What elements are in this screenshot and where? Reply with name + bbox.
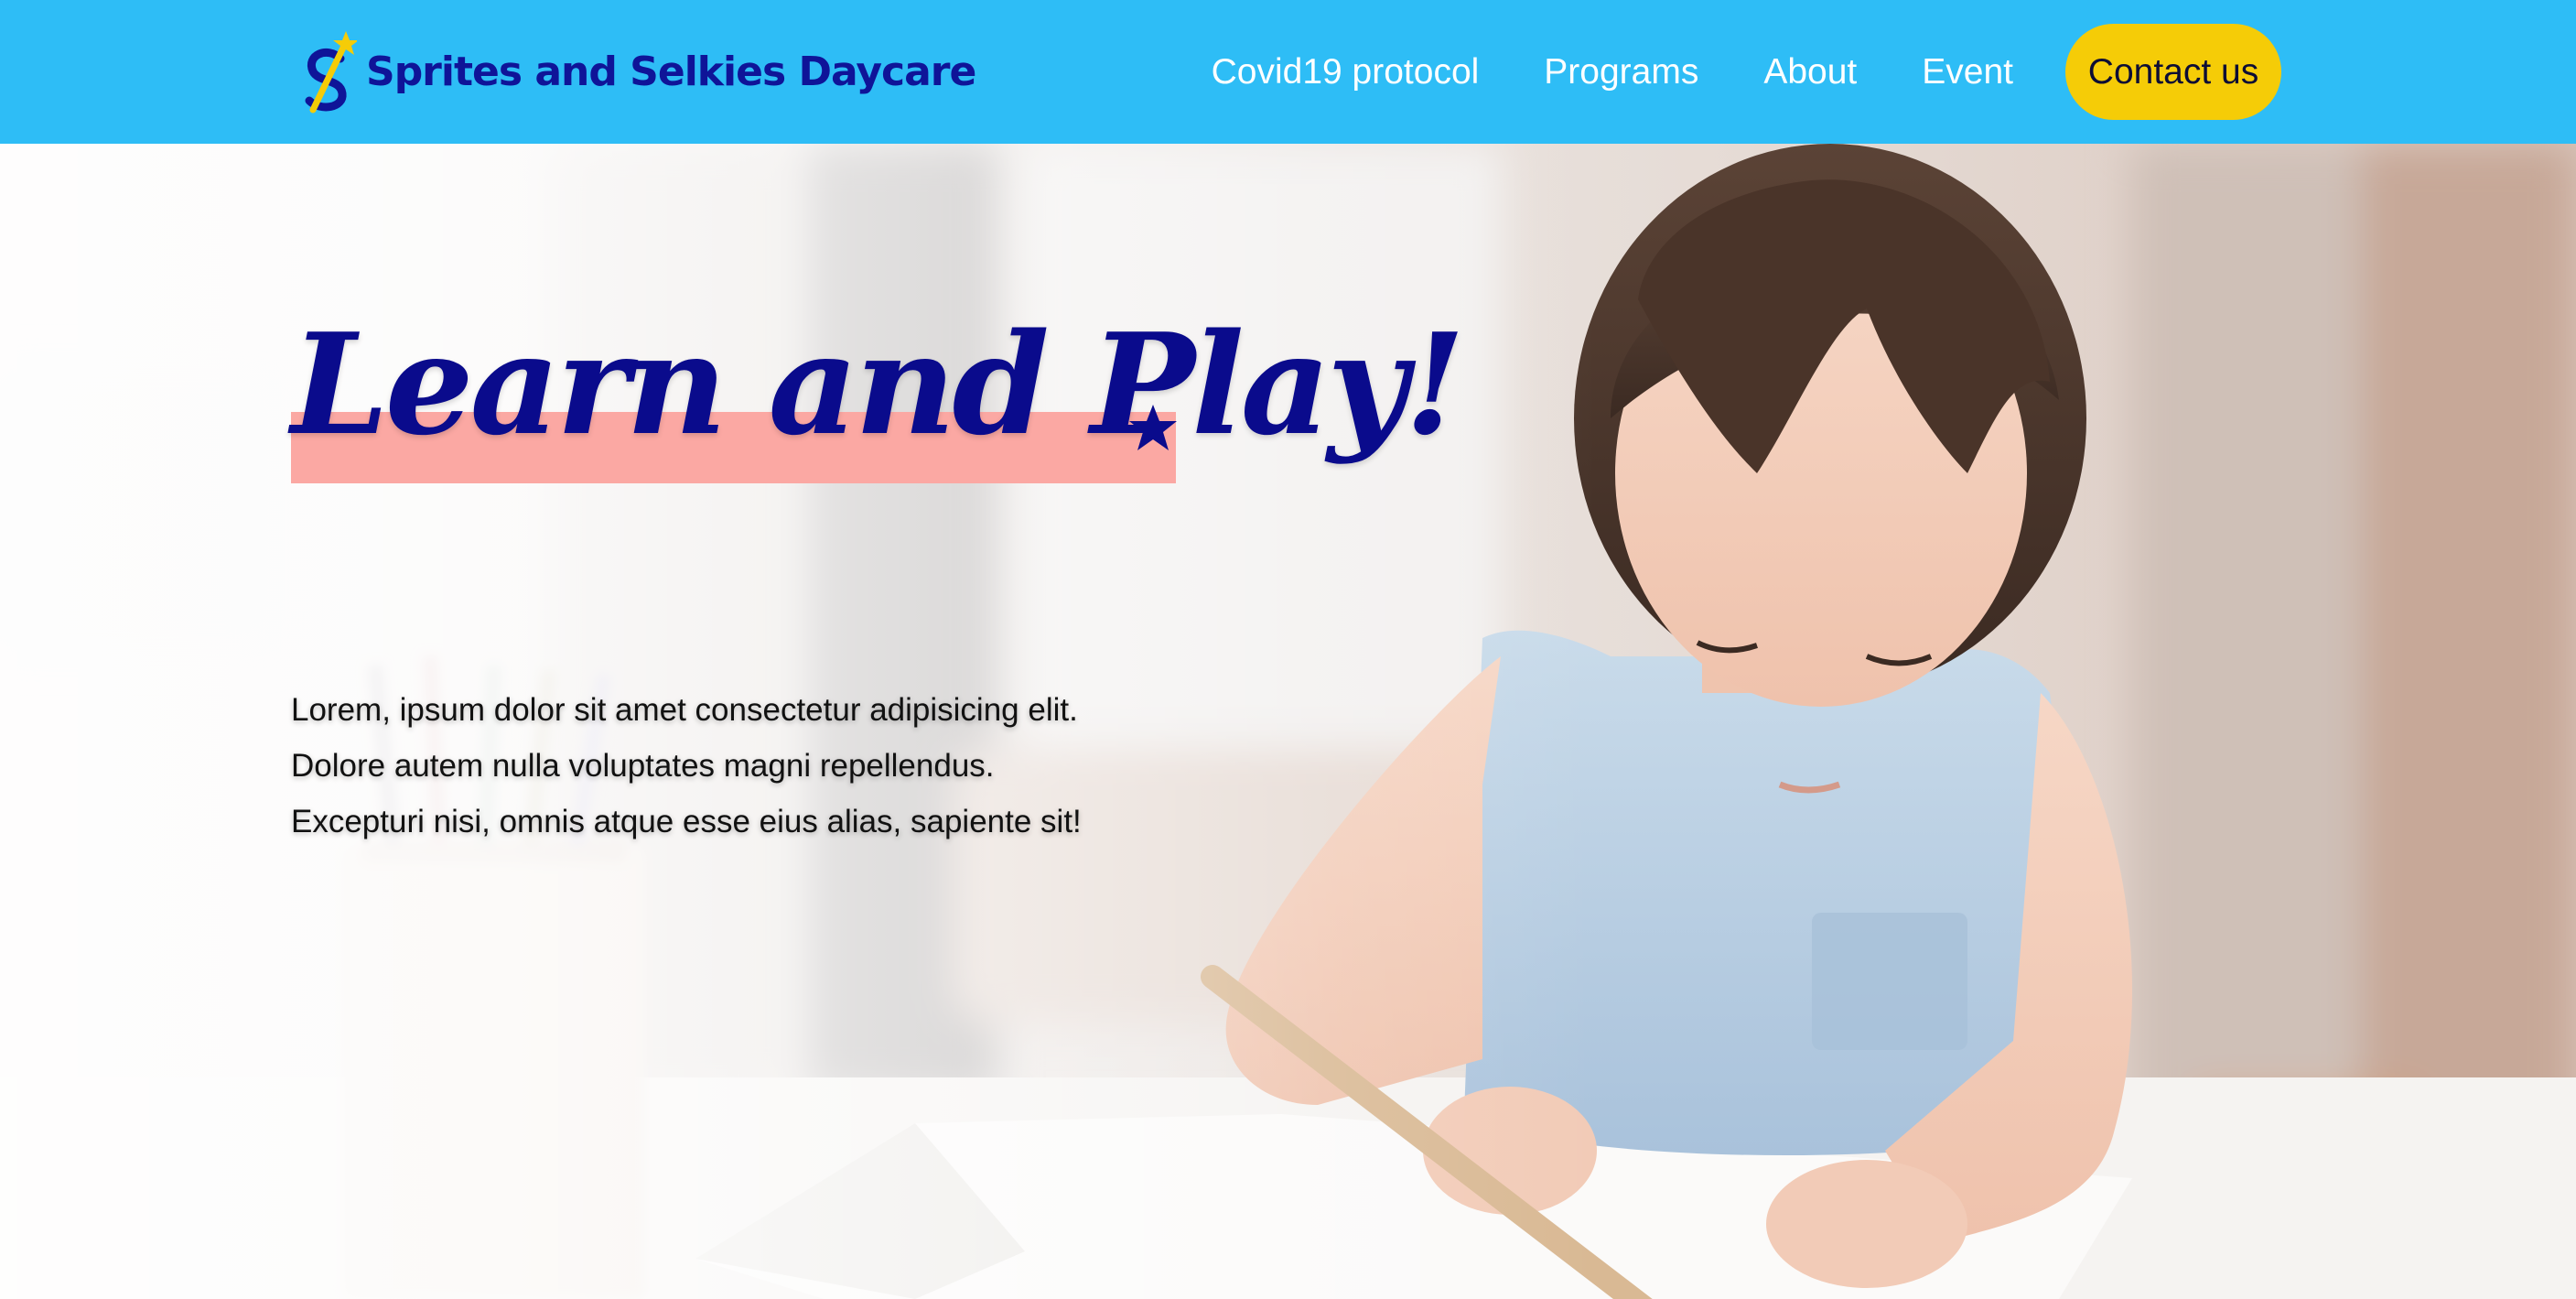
wand-s-logo-icon — [305, 31, 357, 114]
brand-name: Sprites and Selkies Daycare — [366, 48, 976, 95]
nav-link-covid19-protocol[interactable]: Covid19 protocol — [1212, 52, 1480, 92]
main-nav: Covid19 protocol Programs About Event Co… — [1212, 0, 2281, 144]
brand-home-link[interactable]: Sprites and Selkies Daycare — [300, 27, 976, 115]
star-icon — [1129, 405, 1177, 450]
hero-headline-text: Learn and Play — [291, 302, 1408, 466]
hero-headline-exclamation: ! — [1404, 302, 1466, 466]
nav-link-event[interactable]: Event — [1922, 52, 2013, 92]
hero-paragraph: Lorem, ipsum dolor sit amet consectetur … — [291, 682, 1261, 850]
hero-paragraph-line: Excepturi nisi, omnis atque esse eius al… — [291, 804, 1082, 839]
contact-us-button[interactable]: Contact us — [2065, 24, 2281, 120]
hero-headline: Learn and Play! — [291, 293, 1466, 476]
hero-paragraph-line: Lorem, ipsum dolor sit amet consectetur … — [291, 692, 1078, 728]
hero-paragraph-line: Dolore autem nulla voluptates magni repe… — [291, 748, 995, 784]
nav-link-programs[interactable]: Programs — [1544, 52, 1698, 92]
site-header: Sprites and Selkies Daycare Covid19 prot… — [0, 0, 2576, 144]
nav-link-about[interactable]: About — [1763, 52, 1857, 92]
